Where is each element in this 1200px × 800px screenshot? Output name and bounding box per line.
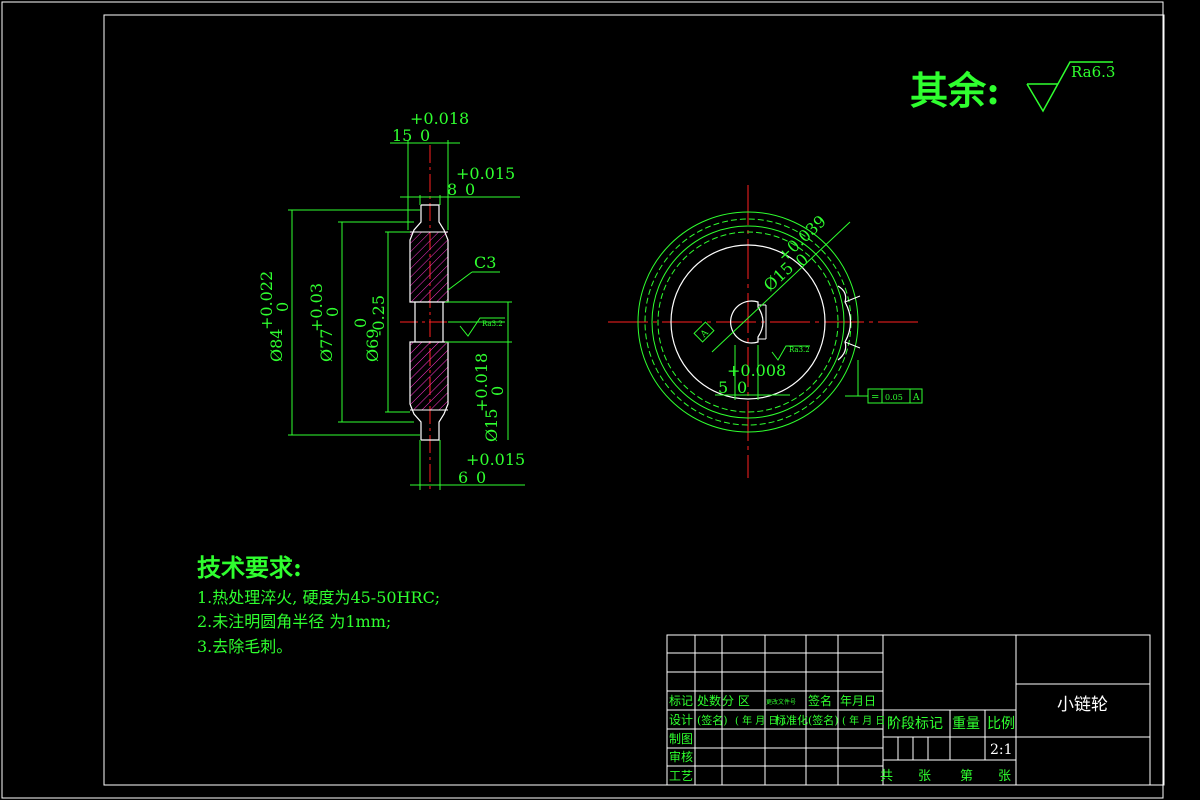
- tb-gongyi: 工艺: [669, 769, 693, 783]
- tb-biaozhunhua: 标准化: [775, 713, 808, 727]
- dim-77-low: 0: [323, 307, 342, 317]
- tb-zhitu: 制图: [669, 732, 693, 746]
- dim-15-bore-tol: +0.018: [472, 353, 491, 412]
- tb-zhang2: 张: [998, 769, 1011, 784]
- tb-qianming2: (签名): [697, 713, 728, 727]
- dim-15-base: 15: [392, 126, 412, 145]
- front-view: Ø15 +0.039 0 A +0.008 5 0 Ra3.2 = 0.05 A: [608, 185, 923, 478]
- dim-8-low: 0: [465, 180, 475, 199]
- tb-zhongliang: 重量: [952, 716, 980, 732]
- tb-nianyueri: 年月日: [840, 694, 876, 708]
- tb-chushu: 处数: [697, 693, 721, 708]
- dim-15-bore-base: Ø15: [482, 409, 501, 442]
- tb-di: 第: [960, 769, 973, 784]
- dim-84-low: 0: [273, 302, 292, 312]
- tb-fenqu: 分 区: [722, 694, 750, 708]
- geo-tol-symbol: =: [871, 392, 879, 403]
- dim-69-tol: 0: [351, 318, 370, 328]
- tb-qianming3: (签名): [808, 713, 839, 727]
- dim-8-base: 8: [447, 180, 457, 199]
- hatch-lower: [410, 342, 448, 410]
- dim-15-bore-low: 0: [488, 386, 507, 396]
- drawing-canvas: 其余: Ra6.3 +0.018 15 0 +0.015 8 0 +0.015 …: [1, 1, 1165, 799]
- tb-zhang1: 张: [918, 769, 931, 784]
- tb-scale-value: 2:1: [990, 742, 1013, 758]
- tech-item-2: 2.未注明圆角半径 为1mm;: [197, 612, 391, 631]
- tb-shenhe: 审核: [669, 749, 693, 764]
- dim-6-low: 0: [476, 468, 486, 487]
- dim-6-base: 6: [458, 468, 468, 487]
- dim-84-tol: +0.022: [257, 271, 276, 330]
- general-finish-label: 其余:: [910, 68, 1000, 113]
- geometric-tolerance-frame: = 0.05 A: [867, 388, 923, 404]
- inner-border: [103, 14, 1165, 786]
- title-block-text: 标记 处数 分 区 更改文件号 签名 年月日 设计 (签名) ( 年 月 日 )…: [669, 693, 1108, 784]
- outer-border: [1, 1, 1164, 799]
- chamfer-label: C3: [474, 253, 496, 272]
- geo-tol-value: 0.05: [885, 393, 903, 402]
- tech-item-1: 1.热处理淬火, 硬度为45-50HRC;: [197, 588, 440, 607]
- general-finish-value: Ra6.3: [1071, 63, 1115, 81]
- dim-69-low: -0.25: [369, 295, 388, 336]
- side-section-view: +0.018 15 0 +0.015 8 0 +0.015 6 0 Ø84 +0…: [257, 109, 525, 490]
- ra-small-side: Ra3.2: [482, 320, 503, 328]
- tb-sheji: 设计: [669, 713, 693, 727]
- tb-gong: 共: [880, 769, 893, 784]
- tb-biaoji: 标记: [669, 694, 693, 708]
- dim-77-base: Ø77: [317, 329, 336, 362]
- bore-dia-base: Ø15: [760, 258, 797, 295]
- tb-jieduan: 阶段标记: [887, 716, 943, 732]
- tb-wenjian: 更改文件号: [766, 698, 796, 706]
- tb-qianming: 签名: [808, 693, 832, 708]
- ra-small-front: Ra3.2: [789, 346, 810, 354]
- keyway-tol: +0.008: [727, 361, 786, 380]
- general-surface-finish: 其余: Ra6.3: [910, 61, 1115, 113]
- tb-bili: 比例: [987, 716, 1015, 732]
- tb-nianyueri3: ( 年 月 日 ): [842, 714, 893, 727]
- tech-heading: 技术要求:: [197, 553, 302, 582]
- hatch-upper: [410, 232, 448, 302]
- geo-tol-datum: A: [912, 393, 920, 403]
- dim-84-base: Ø84: [267, 329, 286, 362]
- tech-requirements: 技术要求: 1.热处理淬火, 硬度为45-50HRC; 2.未注明圆角半径 为1…: [197, 553, 440, 656]
- tech-item-3: 3.去除毛刺。: [197, 637, 292, 656]
- tb-part-name: 小链轮: [1057, 695, 1108, 715]
- dim-15-low: 0: [420, 126, 430, 145]
- dim-6-tol: +0.015: [466, 450, 525, 469]
- dim-15-tol: +0.018: [410, 109, 469, 128]
- keyway-low: 0: [737, 378, 747, 397]
- datum-label: A: [698, 328, 711, 341]
- keyway-base: 5: [718, 378, 728, 397]
